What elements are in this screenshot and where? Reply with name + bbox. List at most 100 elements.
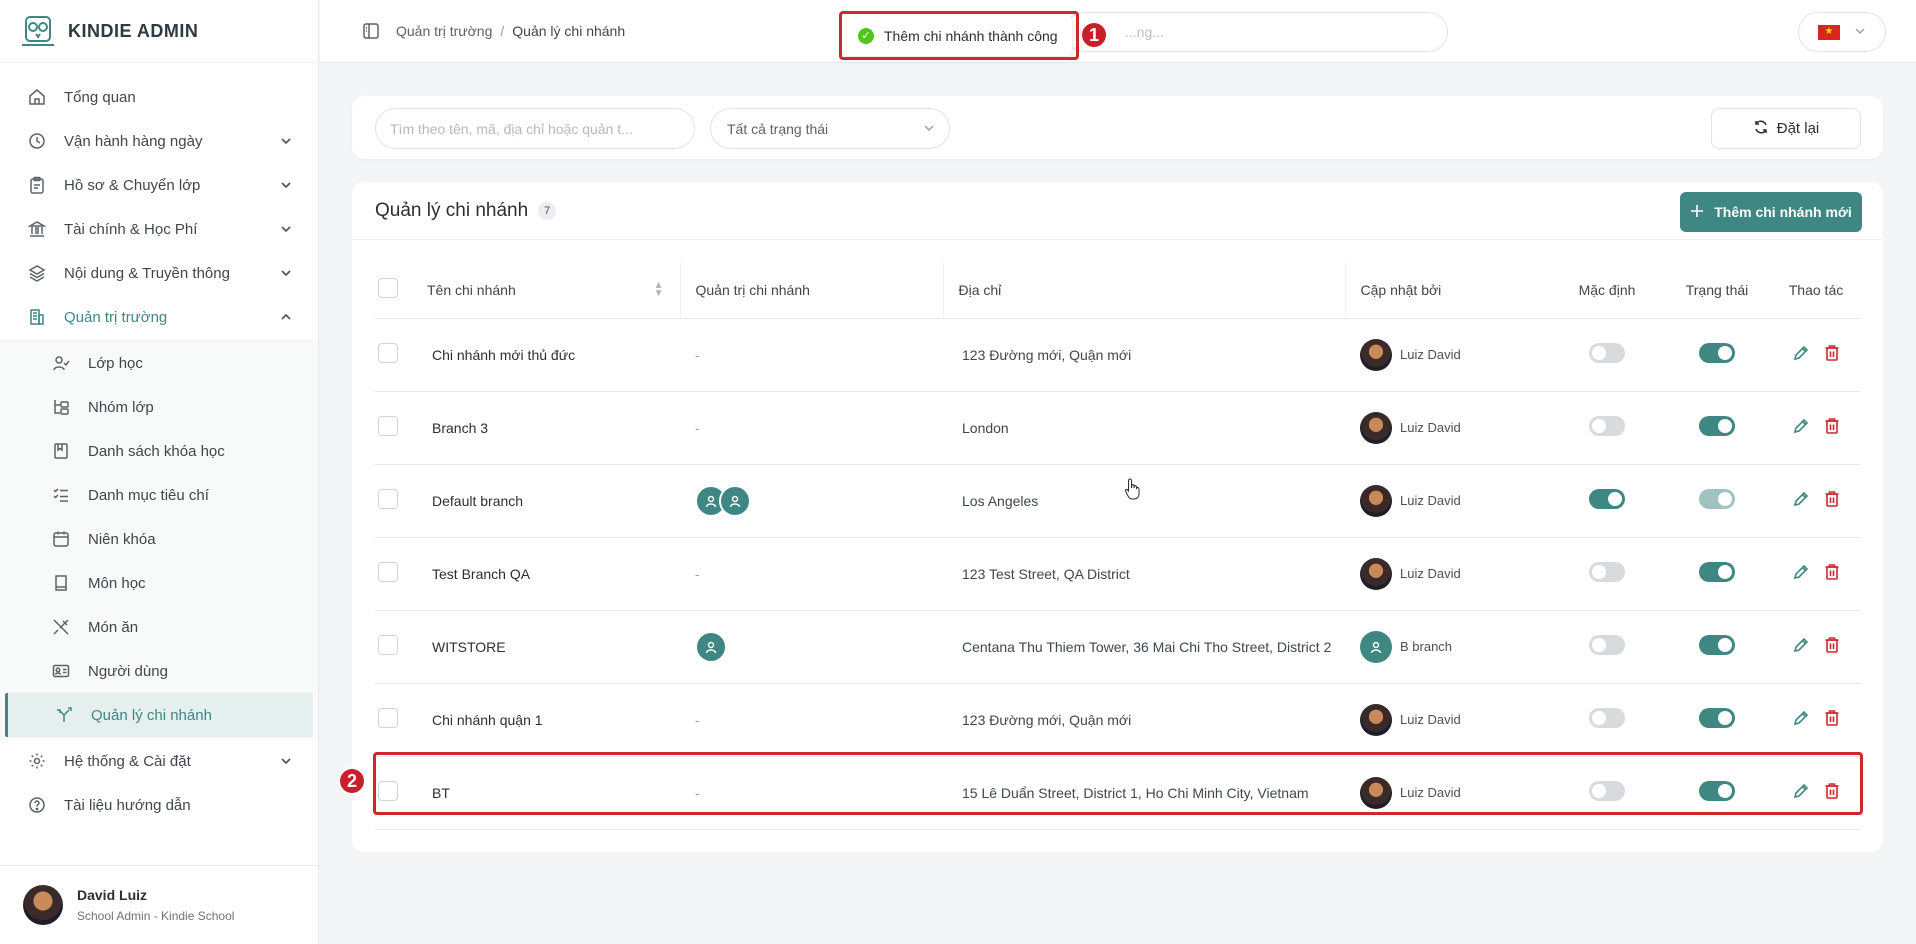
sidebar-item-users[interactable]: Người dùng [0, 649, 318, 693]
row-checkbox[interactable] [378, 708, 398, 728]
table-row[interactable]: Default branch Los Angeles Luiz David [375, 464, 1860, 538]
sidebar-item-criteria[interactable]: Danh mục tiêu chí [0, 473, 318, 517]
sidebar-item-courses[interactable]: Danh sách khóa học [0, 429, 318, 473]
sidebar-item-daily-ops[interactable]: Vận hành hàng ngày [0, 119, 318, 163]
row-checkbox[interactable] [378, 416, 398, 436]
user-profile[interactable]: David Luiz School Admin - Kindie School [0, 865, 319, 944]
edit-icon[interactable] [1792, 782, 1810, 803]
status-toggle[interactable] [1699, 708, 1735, 728]
branch-admins[interactable] [695, 484, 943, 517]
user-avatar-icon [1360, 630, 1392, 663]
sidebar-item-meals[interactable]: Món ăn [0, 605, 318, 649]
table-row[interactable]: WITSTORE Centana Thu Thiem Tower, 36 Mai … [375, 610, 1860, 684]
edit-icon[interactable] [1792, 636, 1810, 657]
brand[interactable]: KINDIE ADMIN [0, 0, 318, 63]
updated-by-cell: Luiz David [1345, 537, 1552, 611]
table-row[interactable]: Chi nhánh quận 1- 123 Đường mới, Quận mới… [375, 683, 1860, 757]
status-toggle[interactable] [1699, 781, 1735, 801]
add-branch-button[interactable]: Thêm chi nhánh mới [1680, 192, 1862, 232]
sidebar-item-overview[interactable]: Tổng quan [0, 75, 318, 119]
success-toast: ✓ Thêm chi nhánh thành công [842, 15, 1072, 56]
column-header-label: Tên chi nhánh [427, 281, 516, 298]
default-toggle[interactable] [1589, 489, 1625, 509]
status-toggle[interactable] [1699, 416, 1735, 436]
status-toggle[interactable] [1699, 489, 1735, 509]
delete-icon[interactable] [1824, 709, 1840, 730]
sidebar-item-content[interactable]: Nội dung & Truyền thông [0, 251, 318, 295]
table-row[interactable]: BT - 15 Lê Duẩn Street, District 1, Ho Chi… [375, 756, 1860, 830]
sidebar-item-school-admin[interactable]: Quản trị trường [0, 295, 318, 339]
default-toggle[interactable] [1589, 781, 1625, 801]
table-row[interactable]: Chi nhánh mới thủ đức - 123 Đường mới, Quậ… [375, 318, 1860, 392]
help-icon [28, 796, 46, 814]
sort-icon[interactable]: ▲ ▼ [654, 280, 664, 298]
edit-icon[interactable] [1792, 344, 1810, 365]
sidebar-item-label: Môn học [88, 574, 146, 592]
branch-icon [55, 706, 73, 724]
sidebar-item-settings[interactable]: Hệ thống & Cài đặt [0, 739, 318, 783]
default-toggle[interactable] [1589, 635, 1625, 655]
status-cell [1662, 464, 1772, 538]
row-checkbox[interactable] [378, 781, 398, 801]
default-toggle[interactable] [1589, 416, 1625, 436]
sidebar-item-classes[interactable]: Lớp học [0, 341, 318, 385]
delete-icon[interactable] [1824, 636, 1840, 657]
delete-icon[interactable] [1824, 490, 1840, 511]
sidebar-item-school-year[interactable]: Niên khóa [0, 517, 318, 561]
default-toggle[interactable] [1589, 562, 1625, 582]
topbar: Quản trị trường / Quản lý chi nhánh ...n… [320, 0, 1916, 63]
column-header-name[interactable]: Tên chi nhánh ▲ ▼ [427, 262, 681, 319]
edit-icon[interactable] [1792, 709, 1810, 730]
row-select-cell [375, 318, 427, 392]
edit-icon[interactable] [1792, 563, 1810, 584]
layers-icon [28, 264, 46, 282]
row-checkbox[interactable] [378, 562, 398, 582]
table-row[interactable]: Test Branch QA - 123 Test Street, QA Distr… [375, 537, 1860, 611]
branch-search-placeholder: Tìm theo tên, mã, địa chỉ hoặc quản t... [390, 120, 633, 137]
delete-icon[interactable] [1824, 417, 1840, 438]
status-filter-select[interactable]: Tất cả trạng thái [710, 108, 950, 149]
actions-cell [1772, 756, 1860, 830]
default-toggle[interactable] [1589, 708, 1625, 728]
delete-icon[interactable] [1824, 344, 1840, 365]
status-toggle[interactable] [1699, 635, 1735, 655]
global-search-input[interactable]: ...ng... [1064, 12, 1448, 52]
sidebar-toggle-icon[interactable] [362, 22, 380, 40]
default-toggle[interactable] [1589, 343, 1625, 363]
updated-by-name: Luiz David [1400, 785, 1461, 800]
breadcrumb-parent[interactable]: Quản trị trường [396, 23, 492, 39]
column-header-updated-by: Cập nhật bởi [1345, 262, 1552, 319]
branch-admin-empty: - [695, 784, 700, 801]
reset-button[interactable]: Đặt lại [1711, 108, 1861, 149]
chevron-down-icon [280, 755, 292, 767]
sidebar-item-profiles[interactable]: Hồ sơ & Chuyển lớp [0, 163, 318, 207]
sidebar-item-docs[interactable]: Tài liệu hướng dẫn [0, 783, 318, 827]
sidebar-item-branches[interactable]: Quản lý chi nhánh [5, 693, 313, 737]
edit-icon[interactable] [1792, 417, 1810, 438]
branch-search-input[interactable]: Tìm theo tên, mã, địa chỉ hoặc quản t... [375, 108, 695, 149]
row-checkbox[interactable] [378, 489, 398, 509]
branch-address: 15 Lê Duẩn Street, District 1, Ho Chi Mi… [943, 756, 1345, 830]
branch-admin-empty: - [695, 711, 700, 728]
delete-icon[interactable] [1824, 782, 1840, 803]
vietnam-flag-icon: ★ [1818, 24, 1840, 40]
status-toggle[interactable] [1699, 562, 1735, 582]
language-switcher[interactable]: ★ [1798, 12, 1886, 52]
column-header-admin: Quản trị chi nhánh [680, 262, 944, 319]
delete-icon[interactable] [1824, 563, 1840, 584]
column-header-label: Cập nhật bởi [1360, 281, 1442, 298]
table-row[interactable]: Branch 3- London Luiz David [375, 391, 1860, 465]
branch-admin-cell: - [680, 683, 943, 757]
edit-icon[interactable] [1792, 490, 1810, 511]
default-cell [1552, 610, 1662, 684]
row-checkbox[interactable] [378, 343, 398, 363]
sidebar-item-finance[interactable]: Tài chính & Học Phí [0, 207, 318, 251]
branch-admins[interactable] [695, 630, 943, 663]
sidebar-item-class-groups[interactable]: Nhóm lớp [0, 385, 318, 429]
select-all-checkbox[interactable] [378, 278, 398, 299]
status-cell [1662, 318, 1772, 392]
row-checkbox[interactable] [378, 635, 398, 655]
status-toggle[interactable] [1699, 343, 1735, 363]
avatar [1360, 776, 1392, 809]
sidebar-item-subjects[interactable]: Môn học [0, 561, 318, 605]
